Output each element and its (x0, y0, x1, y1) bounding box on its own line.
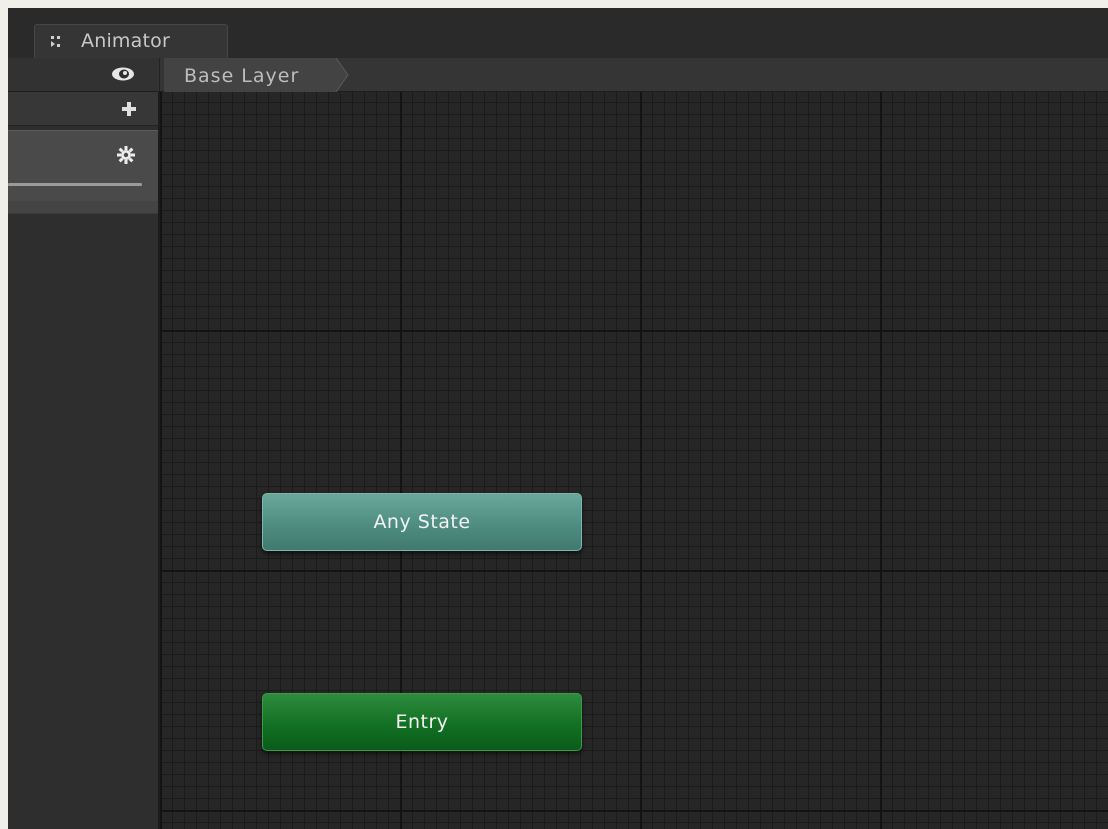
animator-icon (51, 36, 60, 47)
animator-window: Animator Base Layer Any State Entry (8, 8, 1108, 829)
tab-label: Animator (81, 30, 170, 52)
state-node-label: Any State (373, 511, 471, 533)
breadcrumb[interactable]: Base Layer (164, 58, 349, 92)
state-node-any-state[interactable]: Any State (262, 493, 582, 551)
plus-icon[interactable] (120, 100, 138, 118)
layer-row-footer (8, 201, 158, 213)
layer-weight-slider[interactable] (8, 183, 142, 186)
layer-weight-fill (8, 183, 142, 186)
layers-toolbar (8, 58, 160, 91)
animator-toolbar: Base Layer (8, 58, 1108, 92)
gear-icon[interactable] (116, 145, 136, 165)
state-node-entry[interactable]: Entry (262, 693, 582, 751)
eye-icon[interactable] (109, 65, 137, 83)
layer-item-base[interactable] (8, 130, 158, 214)
breadcrumb-base-layer: Base Layer (184, 65, 300, 87)
layers-header (8, 92, 158, 126)
tab-strip: Animator (8, 8, 1108, 58)
layers-panel (8, 92, 160, 829)
tab-animator[interactable]: Animator (34, 24, 228, 58)
state-machine-graph[interactable]: Any State Entry (160, 92, 1108, 829)
state-node-label: Entry (395, 711, 449, 733)
